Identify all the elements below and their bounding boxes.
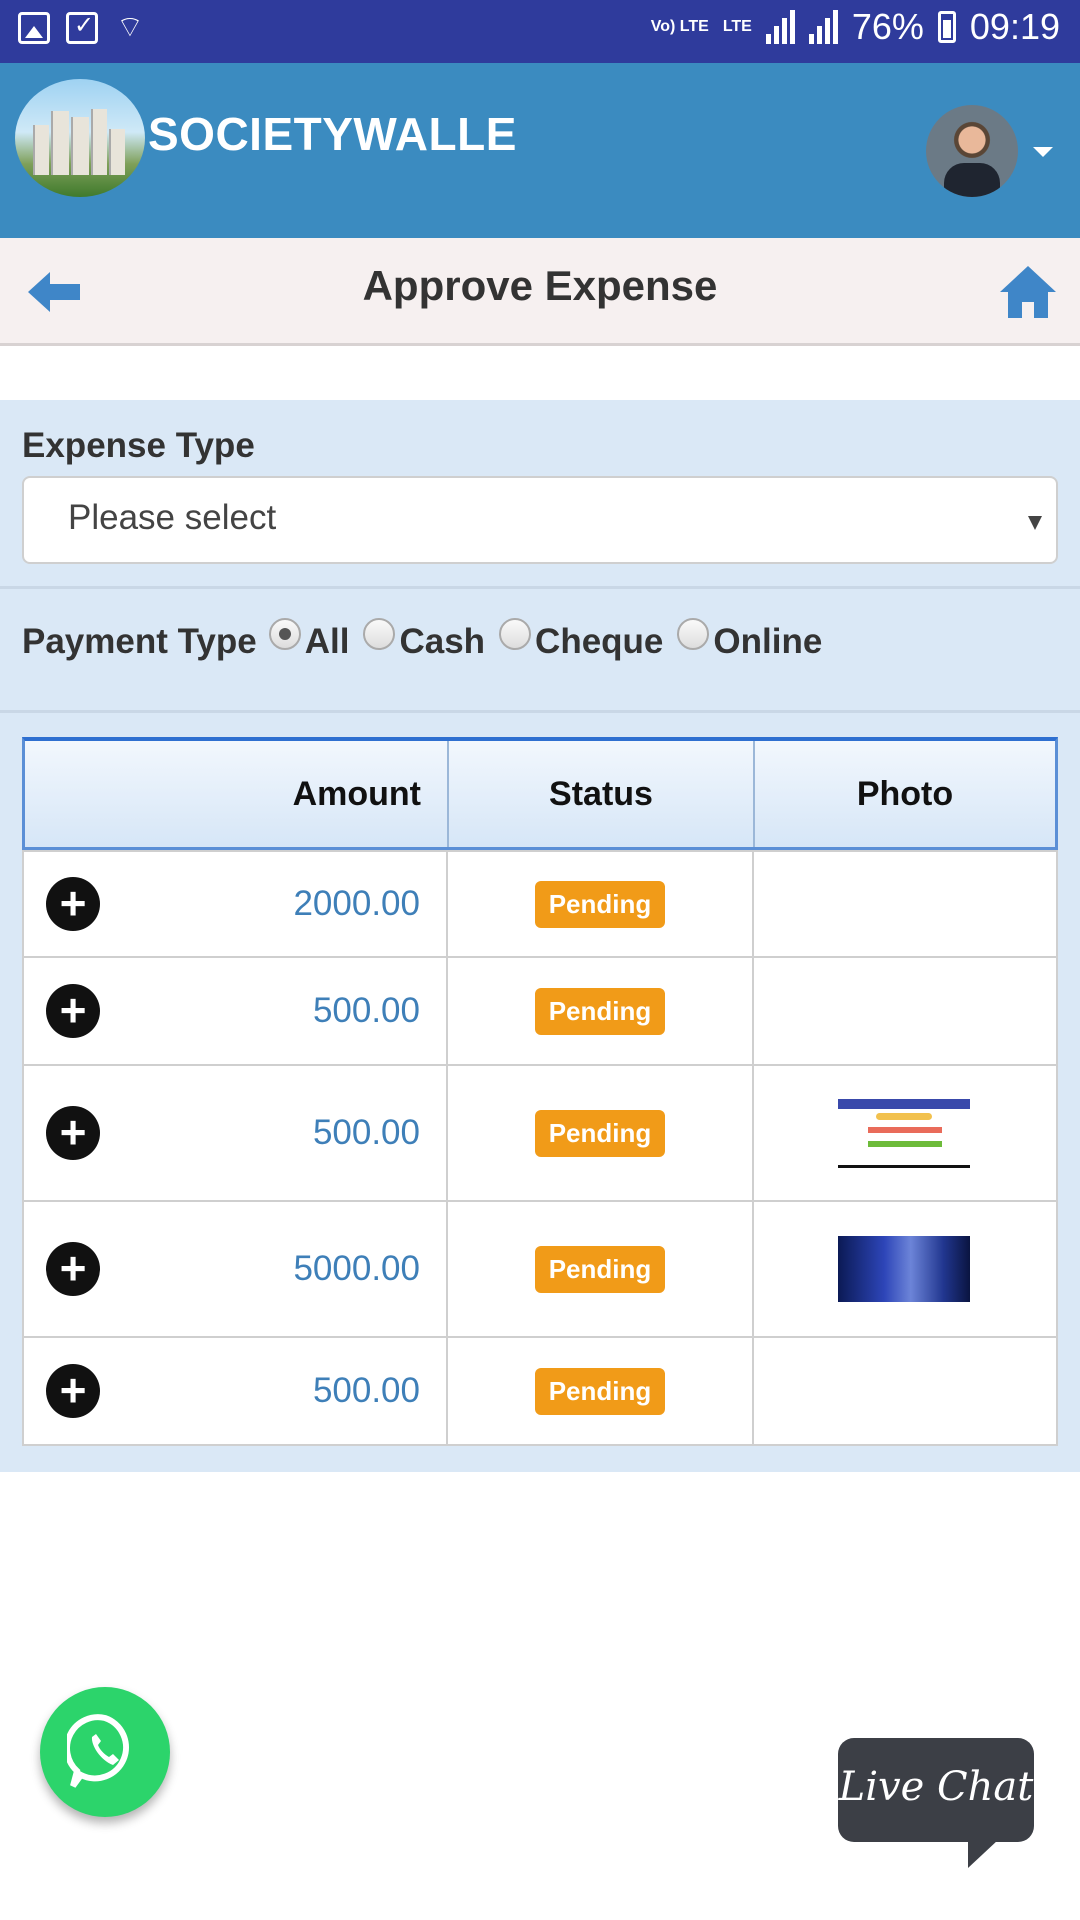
amount-value: 2000.00 (293, 884, 420, 923)
status-bar: ⌔ Vo) LTE LTE 76% 09:19 (0, 0, 1080, 63)
expand-plus-icon[interactable]: + (46, 1106, 100, 1160)
amount-value: 500.00 (312, 1371, 420, 1410)
status-badge: Pending (534, 1245, 666, 1293)
user-avatar[interactable] (926, 105, 1018, 197)
status-cell: Pending (448, 852, 754, 956)
battery-percent: 76% (851, 6, 924, 47)
payment-option-label: Cash (399, 622, 486, 661)
table-row[interactable]: + 500.00 Pending (22, 958, 1058, 1066)
table-row[interactable]: + 500.00 Pending (22, 1338, 1058, 1446)
payment-option-all[interactable]: All (268, 618, 350, 662)
table-row[interactable]: + 2000.00 Pending (22, 850, 1058, 958)
volte-indicator: Vo) LTE (650, 18, 709, 35)
status-cell: Pending (448, 958, 754, 1064)
amount-cell: + 500.00 (24, 1066, 448, 1200)
live-chat-label: Live Chat (838, 1764, 1034, 1810)
signal-icon-2 (808, 10, 838, 44)
expense-type-label: Expense Type (22, 426, 255, 465)
divider (0, 586, 1080, 589)
page-title: Approve Expense (362, 262, 718, 309)
gallery-icon (18, 12, 50, 44)
header-photo[interactable]: Photo (755, 741, 1055, 847)
payment-option-cheque[interactable]: Cheque (499, 618, 664, 662)
task-icon (66, 11, 98, 44)
whatsapp-button[interactable] (40, 1687, 170, 1817)
status-badge: Pending (534, 880, 666, 928)
payment-option-label: All (304, 622, 350, 661)
photo-cell (754, 1338, 1054, 1444)
photo-cell (754, 1066, 1054, 1200)
payment-option-label: Cheque (535, 622, 664, 661)
whatsapp-icon (67, 1714, 129, 1788)
filter-panel: Expense Type Please select Payment Type … (0, 400, 1080, 1472)
wifi-icon: ⌔ (115, 11, 145, 44)
radio-cash[interactable] (363, 618, 396, 650)
amount-cell: + 500.00 (24, 958, 448, 1064)
status-badge: Pending (534, 1367, 666, 1415)
table-row[interactable]: + 5000.00 Pending (22, 1202, 1058, 1338)
divider (0, 710, 1080, 713)
brand-name: SOCIETYWALLE (148, 108, 517, 160)
lte-indicator: LTE (722, 18, 752, 35)
amount-cell: + 500.00 (24, 1338, 448, 1444)
clock: 09:19 (969, 6, 1060, 47)
expense-table: Amount Status Photo + 2000.00 Pending + … (22, 737, 1058, 1446)
expense-photo-thumbnail[interactable] (838, 1098, 970, 1168)
photo-cell (754, 852, 1054, 956)
expand-plus-icon[interactable]: + (46, 1364, 100, 1418)
signal-icon (765, 10, 795, 44)
table-row[interactable]: + 500.00 Pending (22, 1066, 1058, 1202)
status-badge: Pending (534, 987, 666, 1035)
society-logo[interactable] (15, 79, 145, 197)
photo-cell (754, 1202, 1054, 1336)
system-indicators: Vo) LTE LTE 76% 09:19 (651, 6, 1060, 48)
status-cell: Pending (448, 1338, 754, 1444)
radio-all[interactable] (268, 618, 301, 650)
amount-value: 500.00 (312, 991, 420, 1030)
title-bar: Approve Expense (0, 238, 1080, 346)
status-cell: Pending (448, 1066, 754, 1200)
status-badge: Pending (534, 1109, 666, 1157)
status-cell: Pending (448, 1202, 754, 1336)
expense-type-select[interactable]: Please select (22, 476, 1058, 564)
amount-value: 5000.00 (293, 1249, 420, 1288)
payment-type-row: Payment Type All Cash Cheque Online (22, 618, 836, 662)
amount-cell: + 5000.00 (24, 1202, 448, 1336)
expand-plus-icon[interactable]: + (46, 1242, 100, 1296)
expand-plus-icon[interactable]: + (46, 877, 100, 931)
payment-option-cash[interactable]: Cash (363, 618, 486, 662)
header-status[interactable]: Status (449, 741, 755, 847)
chevron-down-icon[interactable] (1033, 147, 1053, 157)
payment-option-online[interactable]: Online (677, 618, 823, 662)
dropdown-arrow-icon (1028, 516, 1042, 530)
header-amount[interactable]: Amount (25, 741, 449, 847)
payment-type-label: Payment Type (22, 622, 257, 661)
amount-value: 500.00 (312, 1113, 420, 1152)
photo-cell (754, 958, 1054, 1064)
expense-photo-thumbnail[interactable] (838, 1236, 970, 1302)
app-header: SOCIETYWALLE (0, 63, 1080, 238)
notification-icons: ⌔ (18, 11, 146, 44)
amount-cell: + 2000.00 (24, 852, 448, 956)
home-icon[interactable] (998, 264, 1058, 320)
payment-option-label: Online (713, 622, 823, 661)
battery-icon (937, 11, 956, 43)
radio-online[interactable] (677, 618, 710, 650)
radio-cheque[interactable] (499, 618, 532, 650)
table-header: Amount Status Photo (22, 737, 1058, 850)
live-chat-button[interactable]: Live Chat (838, 1738, 1034, 1868)
expense-type-placeholder: Please select (68, 498, 277, 537)
expand-plus-icon[interactable]: + (46, 984, 100, 1038)
